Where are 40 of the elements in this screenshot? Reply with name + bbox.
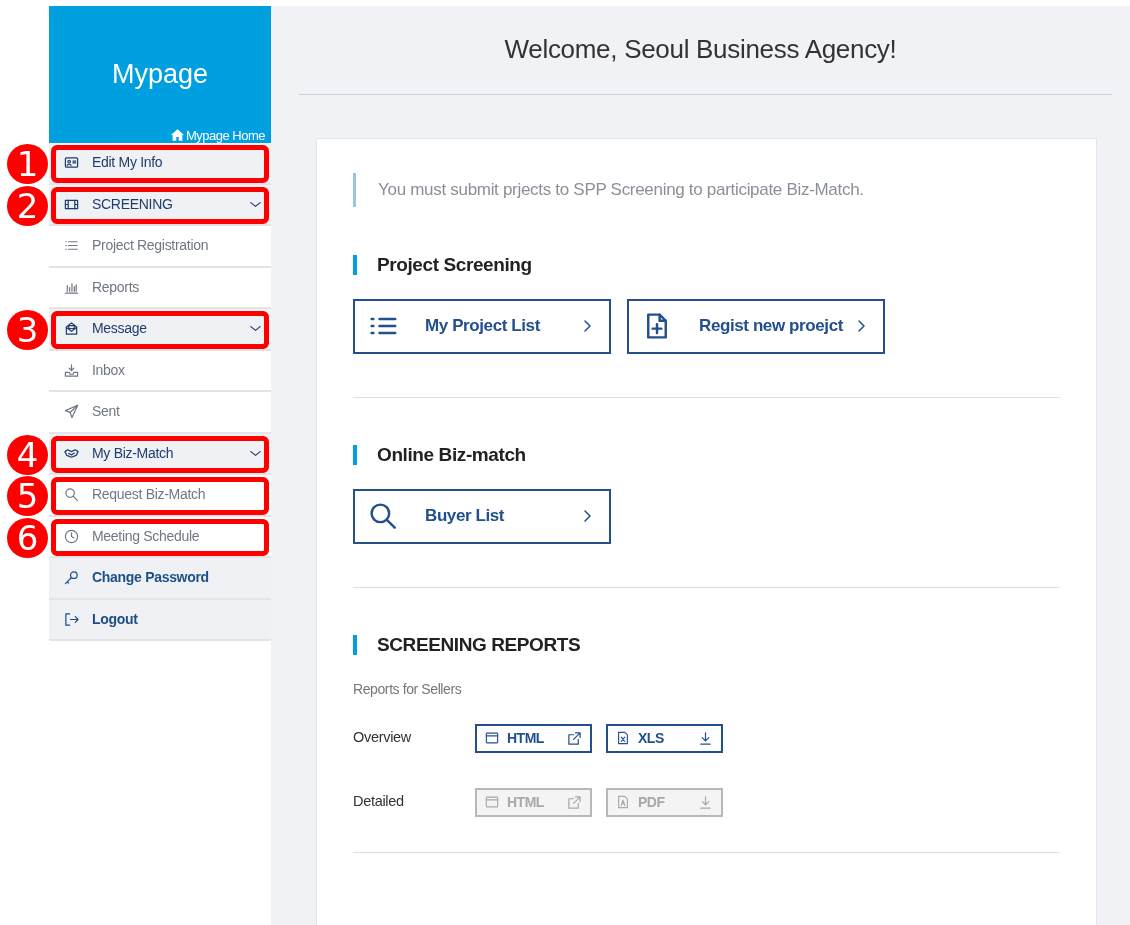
callout-number: 3 xyxy=(7,310,48,350)
section-heading: SCREENING REPORTS xyxy=(353,634,1060,655)
home-icon xyxy=(170,129,184,142)
window-icon xyxy=(485,731,499,745)
report-button[interactable]: XLS xyxy=(606,723,723,753)
spreadsheet-file-icon xyxy=(616,731,630,745)
clock-icon xyxy=(64,528,79,544)
callout-number: 5 xyxy=(7,476,48,516)
search-icon xyxy=(369,502,397,530)
link-button[interactable]: Buyer List xyxy=(353,488,611,544)
search-icon xyxy=(64,487,79,503)
callout-number: 6 xyxy=(7,517,48,558)
link-button[interactable]: My Project List xyxy=(353,298,611,354)
inbox-icon xyxy=(64,362,79,378)
key-icon xyxy=(64,570,79,586)
sidebar-title: Mypage xyxy=(110,58,210,91)
row-label: Detailed xyxy=(353,792,405,812)
section-heading: Online Biz-match xyxy=(353,444,1060,465)
subheading: Reports for Sellers xyxy=(353,679,463,699)
pdf-file-icon xyxy=(616,795,630,809)
report-button[interactable]: HTML xyxy=(475,723,592,753)
external-link-icon xyxy=(567,794,582,810)
section-heading: Project Screening xyxy=(353,254,1060,275)
envelope-icon xyxy=(64,321,79,337)
menu-item[interactable]: Logout xyxy=(49,599,271,641)
download-icon xyxy=(698,794,713,810)
link-button[interactable]: Regist new proejct xyxy=(627,298,885,354)
logout-icon xyxy=(64,611,79,627)
menu-item[interactable]: Change Password xyxy=(49,558,271,600)
callout-number: 2 xyxy=(7,185,48,226)
notice-text: You must submit prjects to SPP Screening to participate Biz-Match. xyxy=(353,173,1060,207)
id-card-icon xyxy=(64,155,79,171)
callout-number: 4 xyxy=(7,434,48,475)
callout-number: 1 xyxy=(7,144,48,184)
paper-plane-icon xyxy=(64,404,79,420)
row-label: Overview xyxy=(353,728,413,748)
external-link-icon xyxy=(567,730,582,746)
download-icon xyxy=(698,730,713,746)
window-icon xyxy=(485,795,499,809)
page-title: Welcome, Seoul Business Agency! xyxy=(503,33,898,66)
